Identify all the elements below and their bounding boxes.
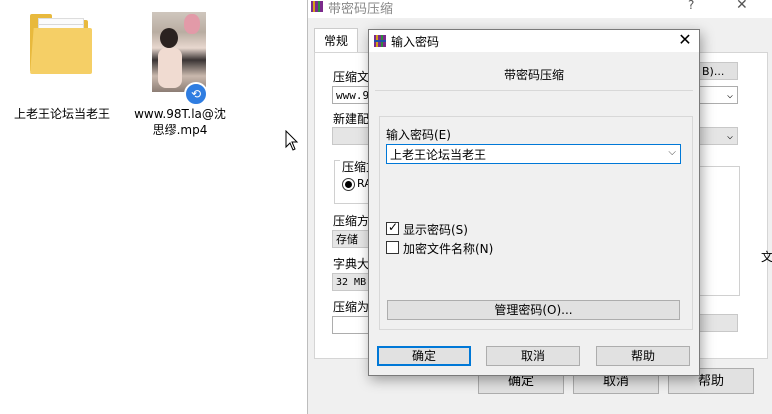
folder-label: 上老王论坛当老王 bbox=[14, 107, 111, 121]
dict-label: 字典大 bbox=[333, 257, 370, 271]
volume-unit[interactable] bbox=[698, 314, 738, 332]
heading-divider bbox=[375, 90, 693, 91]
cancel-button[interactable]: 取消 bbox=[486, 346, 580, 366]
update-mode-label: 新建配 bbox=[333, 112, 370, 126]
encrypt-names-checkbox[interactable] bbox=[386, 241, 399, 254]
archive-name-label: 压缩文 bbox=[333, 70, 370, 84]
video-thumbnail bbox=[152, 12, 206, 92]
encrypt-names-label: 加密文件名称(N) bbox=[403, 242, 494, 256]
profiles-dropdown[interactable]: ⌵ bbox=[698, 86, 738, 104]
video-label: www.98T.la@沈思缪.mp4 bbox=[134, 107, 226, 137]
winrar-icon bbox=[311, 1, 323, 12]
chevron-down-icon[interactable]: ⌵ bbox=[668, 147, 676, 158]
dialog-heading: 带密码压缩 bbox=[503, 68, 564, 82]
background-titlebar: 带密码压缩 ? ✕ bbox=[308, 0, 772, 18]
show-password-label: 显示密码(S) bbox=[403, 223, 468, 237]
show-password-checkbox[interactable]: ✓ bbox=[386, 220, 399, 235]
password-value: 上老王论坛当老王 bbox=[390, 148, 487, 162]
method-label: 压缩方 bbox=[333, 214, 370, 228]
mouse-cursor-icon bbox=[285, 130, 299, 151]
manage-passwords-button[interactable]: 管理密码(O)... bbox=[387, 300, 680, 320]
password-label: 输入密码(E) bbox=[386, 128, 451, 142]
background-title: 带密码压缩 bbox=[328, 2, 394, 17]
password-dialog: 输入密码 ✕ 带密码压缩 输入密码(E) 上老王论坛当老王 ⌵ ✓ 显示密码(S… bbox=[368, 29, 700, 376]
update-mode-dropdown[interactable] bbox=[332, 127, 370, 145]
archive-name-field[interactable]: www.98 bbox=[332, 86, 376, 104]
help-question-icon[interactable]: ? bbox=[688, 0, 694, 12]
browse-button[interactable]: B)... bbox=[698, 62, 738, 80]
dialog-titlebar: 输入密码 ✕ bbox=[369, 30, 699, 52]
background-close-icon[interactable]: ✕ bbox=[736, 0, 748, 13]
volume-label: 压缩为 bbox=[333, 300, 370, 314]
tab-general[interactable]: 常规 bbox=[314, 28, 358, 53]
format-radio[interactable] bbox=[342, 178, 355, 191]
update-mode-arrow[interactable]: ⌵ bbox=[698, 127, 738, 145]
dialog-close-icon[interactable]: ✕ bbox=[675, 30, 695, 49]
options-list bbox=[698, 166, 740, 296]
folder-icon bbox=[30, 14, 92, 76]
method-dropdown[interactable]: 存储 bbox=[332, 230, 370, 248]
player-badge-icon: ⟲ bbox=[184, 82, 208, 106]
volume-field[interactable] bbox=[332, 316, 370, 334]
side-label: 文 bbox=[761, 250, 772, 264]
password-input[interactable]: 上老王论坛当老王 ⌵ bbox=[386, 144, 681, 164]
dialog-title: 输入密码 bbox=[391, 35, 440, 49]
checkmark-icon: ✓ bbox=[388, 220, 399, 234]
dict-dropdown[interactable]: 32 MB bbox=[332, 273, 370, 291]
winrar-icon bbox=[374, 35, 386, 47]
ok-button[interactable]: 确定 bbox=[377, 346, 471, 366]
help-button[interactable]: 帮助 bbox=[596, 346, 690, 366]
